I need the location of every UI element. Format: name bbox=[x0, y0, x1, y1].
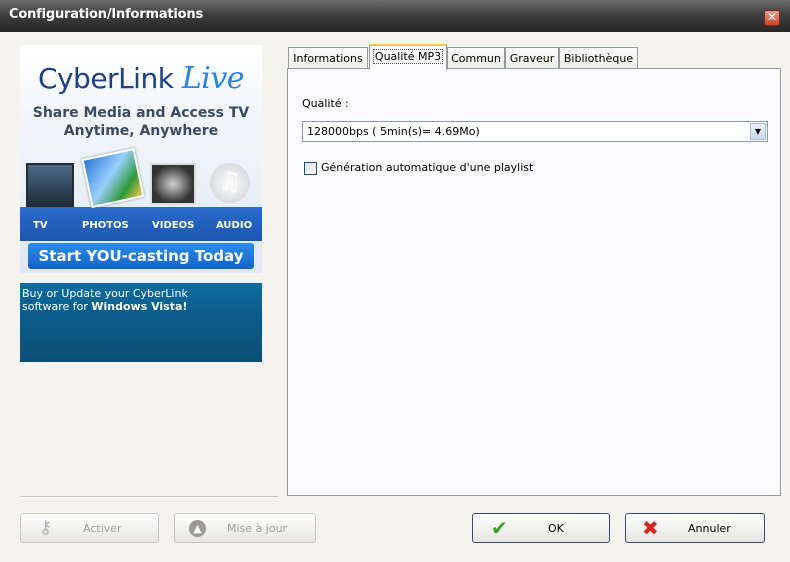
activer-label: Activer bbox=[83, 522, 122, 535]
ok-label: OK bbox=[548, 522, 564, 535]
banner-tagline-1: Share Media and Access TV bbox=[32, 105, 250, 121]
playlist-checkbox-label[interactable]: Génération automatique d'une playlist bbox=[321, 161, 533, 174]
vista-update-banner[interactable]: Buy or Update your CyberLink software fo… bbox=[20, 283, 262, 362]
key-icon: ⚷ bbox=[39, 517, 53, 538]
annuler-button[interactable]: ✖ Annuler bbox=[625, 513, 765, 543]
tab-commun[interactable]: Commun bbox=[447, 47, 505, 69]
checkmark-icon: ✔ bbox=[491, 516, 508, 540]
activer-button[interactable]: ⚷ Activer bbox=[20, 513, 159, 543]
title-bar: Configuration/Informations ✕ bbox=[0, 0, 790, 32]
annuler-label: Annuler bbox=[688, 522, 731, 535]
banner-buy-bold: Windows Vista! bbox=[91, 300, 188, 313]
tab-qualite-mp3-label: Qualité MP3 bbox=[372, 49, 444, 64]
update-arrow-icon: ▲ bbox=[189, 520, 206, 537]
brand-text: CyberLink bbox=[37, 62, 174, 95]
close-icon[interactable]: ✕ bbox=[764, 10, 780, 26]
window-title: Configuration/Informations bbox=[9, 7, 203, 22]
mise-a-jour-label: Mise à jour bbox=[227, 522, 288, 535]
banner-buy-line-2: software for Windows Vista! bbox=[22, 300, 187, 313]
quality-label: Qualité : bbox=[302, 97, 349, 110]
ok-button[interactable]: ✔ OK bbox=[472, 513, 610, 543]
videos-thumbnail-icon bbox=[150, 163, 196, 205]
audio-note-icon: ♫ bbox=[210, 163, 250, 203]
quality-select[interactable]: 128000bps ( 5min(s)= 4.69Mo) ▼ bbox=[302, 121, 768, 142]
media-label-audio: AUDIO bbox=[216, 220, 253, 231]
brand-live-text: Live bbox=[181, 61, 245, 96]
playlist-checkbox[interactable] bbox=[304, 162, 317, 175]
chevron-down-icon[interactable]: ▼ bbox=[750, 123, 766, 140]
mise-a-jour-button[interactable]: ▲ Mise à jour bbox=[174, 513, 316, 543]
media-label-videos: VIDEOS bbox=[152, 220, 195, 231]
banner-buy-line-1: Buy or Update your CyberLink bbox=[22, 287, 188, 300]
start-youcasting-button[interactable]: Start YOU-casting Today bbox=[28, 243, 254, 269]
left-divider bbox=[20, 496, 279, 498]
cyberlink-live-banner[interactable]: CyberLink Live Share Media and Access TV… bbox=[20, 45, 262, 273]
banner-buy-prefix: software for bbox=[22, 300, 92, 313]
media-label-photos: PHOTOS bbox=[82, 220, 129, 231]
tab-informations[interactable]: Informations bbox=[288, 47, 368, 69]
photos-thumbnail-icon bbox=[81, 147, 145, 209]
tv-thumbnail-icon bbox=[26, 163, 74, 207]
x-icon: ✖ bbox=[642, 516, 659, 540]
tab-graveur[interactable]: Graveur bbox=[505, 47, 559, 69]
tab-qualite-mp3[interactable]: Qualité MP3 bbox=[369, 44, 447, 70]
banner-tagline-2: Anytime, Anywhere bbox=[63, 123, 219, 139]
banner-brand: CyberLink Live bbox=[20, 61, 262, 96]
tab-bibliotheque[interactable]: Bibliothèque bbox=[559, 47, 638, 69]
media-label-tv: TV bbox=[33, 220, 48, 231]
quality-selected-value: 128000bps ( 5min(s)= 4.69Mo) bbox=[307, 125, 480, 138]
